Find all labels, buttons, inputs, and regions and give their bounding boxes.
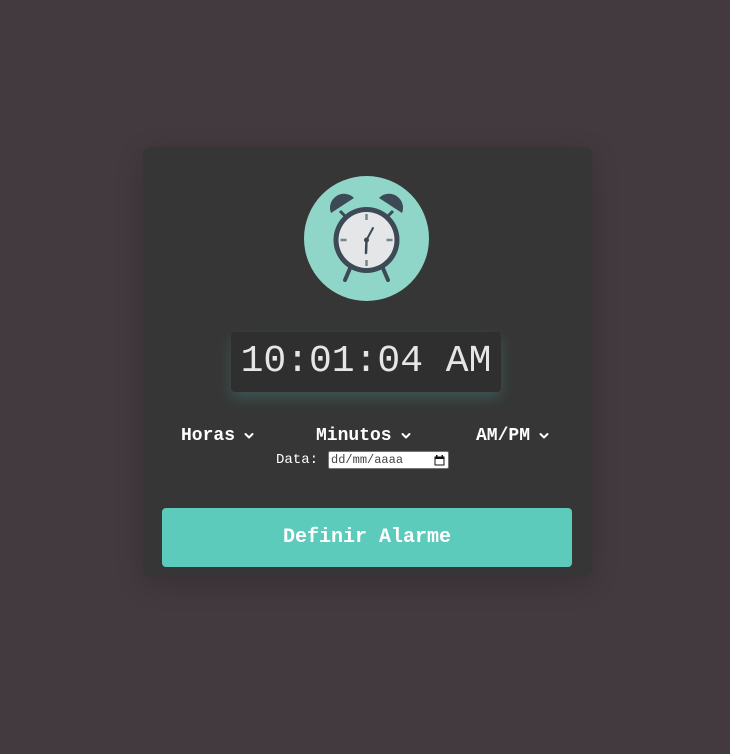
alarm-card: 10:01:04 AM Horas Minutos AM/PM Data: dd… (143, 147, 592, 576)
date-row: Data: dd/mm/aaaa (276, 450, 450, 470)
ampm-select-label: AM/PM (476, 426, 531, 446)
hours-select-label: Horas (181, 426, 236, 446)
chevron-down-icon (244, 433, 254, 439)
set-alarm-button[interactable]: Definir Alarme (162, 508, 572, 567)
hours-select[interactable]: Horas (181, 425, 255, 447)
date-input[interactable]: dd/mm/aaaa (328, 451, 450, 469)
calendar-icon[interactable] (434, 454, 445, 466)
current-time-display: 10:01:04 AM (231, 332, 501, 392)
date-input-placeholder: dd/mm/aaaa (331, 453, 404, 467)
minutes-select-label: Minutos (316, 426, 392, 446)
chevron-down-icon (539, 433, 549, 439)
chevron-down-icon (401, 433, 411, 439)
minutes-select[interactable]: Minutos (316, 425, 412, 447)
date-label: Data: (276, 452, 319, 468)
ampm-select[interactable]: AM/PM (476, 425, 550, 447)
alarm-clock-icon (304, 176, 429, 301)
alarm-selects: Horas Minutos AM/PM (143, 425, 592, 447)
